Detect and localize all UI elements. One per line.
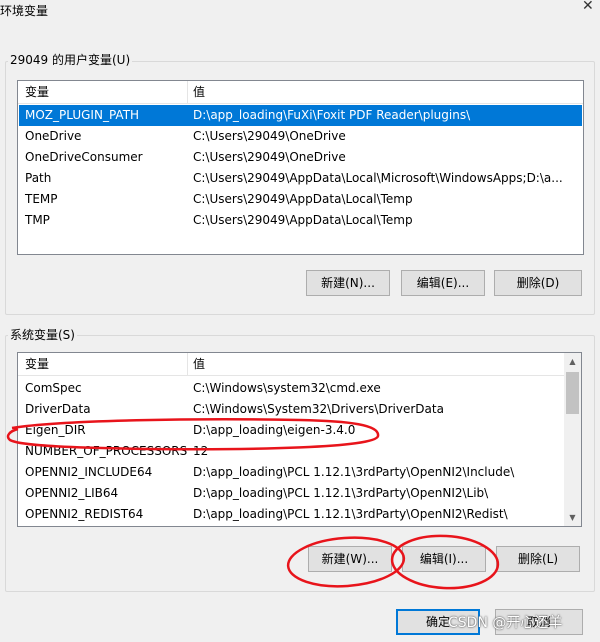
var-value: D:\app_loading\eigen-3.4.0 [193, 423, 356, 437]
var-name: TEMP [25, 192, 58, 206]
window-title: 环境变量 [0, 4, 49, 18]
system-vars-list[interactable]: 变量 值 ComSpec C:\Windows\system32\cmd.exe… [17, 352, 582, 527]
var-value: C:\Users\29049\OneDrive [193, 129, 346, 143]
var-value: C:\Windows\System32\Drivers\DriverData [193, 402, 444, 416]
var-name: OneDrive [25, 129, 82, 143]
user-delete-button[interactable]: 删除(D) [494, 270, 582, 296]
var-value: C:\Users\29049\AppData\Local\Microsoft\W… [193, 171, 563, 185]
var-value: C:\Users\29049\AppData\Local\Temp [193, 192, 413, 206]
table-row[interactable]: MOZ_PLUGIN_PATH D:\app_loading\FuXi\Foxi… [19, 105, 582, 126]
column-header-value[interactable]: 值 [193, 81, 205, 103]
var-value: D:\app_loading\FuXi\Foxit PDF Reader\plu… [193, 108, 471, 122]
var-value: C:\Users\29049\OneDrive [193, 150, 346, 164]
system-vars-group-label: 系统变量(S) [8, 326, 77, 343]
system-edit-button[interactable]: 编辑(I)... [402, 546, 486, 572]
var-name: MOZ_PLUGIN_PATH [25, 108, 140, 122]
var-name: TMP [25, 213, 50, 227]
list-header: 变量 值 [18, 81, 583, 104]
table-row[interactable]: NUMBER_OF_PROCESSORS 12 [18, 441, 564, 462]
table-row[interactable]: Eigen_DIR D:\app_loading\eigen-3.4.0 [18, 420, 564, 441]
var-name: OPENNI2_REDIST64 [25, 507, 144, 521]
table-row[interactable]: DriverData C:\Windows\System32\Drivers\D… [18, 399, 564, 420]
scroll-thumb[interactable] [566, 372, 579, 414]
chevron-down-icon[interactable]: ▼ [564, 509, 581, 526]
var-value: D:\app_loading\PCL 1.12.1\3rdParty\OpenN… [193, 507, 508, 521]
var-name: OPENNI2_LIB64 [25, 486, 119, 500]
var-value: C:\Users\29049\AppData\Local\Temp [193, 213, 413, 227]
var-name: NUMBER_OF_PROCESSORS [25, 444, 188, 458]
var-name: OPENNI2_INCLUDE64 [25, 465, 153, 479]
var-name: OneDriveConsumer [25, 150, 143, 164]
table-row[interactable]: OPENNI2_REDIST64 D:\app_loading\PCL 1.12… [18, 504, 564, 525]
var-name: Eigen_DIR [25, 423, 86, 437]
column-header-name[interactable]: 变量 [25, 81, 49, 103]
column-header-name[interactable]: 变量 [25, 353, 49, 375]
table-row[interactable]: ComSpec C:\Windows\system32\cmd.exe [18, 378, 564, 399]
user-vars-group-label: 29049 的用户变量(U) [8, 51, 133, 68]
user-edit-button[interactable]: 编辑(E)... [401, 270, 485, 296]
table-row[interactable]: Path C:\Users\29049\AppData\Local\Micros… [18, 168, 581, 189]
var-name: DriverData [25, 402, 91, 416]
vertical-scrollbar[interactable]: ▲ ▼ [564, 353, 581, 526]
table-row[interactable]: OneDrive C:\Users\29049\OneDrive [18, 126, 581, 147]
system-delete-button[interactable]: 删除(L) [496, 546, 580, 572]
close-icon[interactable]: ✕ [582, 0, 594, 14]
table-row[interactable]: TEMP C:\Users\29049\AppData\Local\Temp [18, 189, 581, 210]
table-row[interactable]: OneDriveConsumer C:\Users\29049\OneDrive [18, 147, 581, 168]
chevron-up-icon[interactable]: ▲ [564, 353, 581, 370]
var-name: ComSpec [25, 381, 82, 395]
table-row[interactable]: OPENNI2_INCLUDE64 D:\app_loading\PCL 1.1… [18, 462, 564, 483]
var-value: D:\app_loading\PCL 1.12.1\3rdParty\OpenN… [193, 465, 515, 479]
table-row[interactable]: TMP C:\Users\29049\AppData\Local\Temp [18, 210, 581, 231]
var-value: 12 [193, 444, 209, 458]
watermark: CSDN @开心还羊 [448, 615, 563, 631]
var-value: D:\app_loading\PCL 1.12.1\3rdParty\OpenN… [193, 486, 489, 500]
var-value: C:\Windows\system32\cmd.exe [193, 381, 381, 395]
var-name: Path [25, 171, 52, 185]
system-new-button[interactable]: 新建(W)... [308, 546, 392, 572]
user-new-button[interactable]: 新建(N)... [306, 270, 390, 296]
column-header-value[interactable]: 值 [193, 353, 205, 375]
list-header: 变量 值 [18, 353, 564, 376]
table-row[interactable]: OPENNI2_LIB64 D:\app_loading\PCL 1.12.1\… [18, 483, 564, 504]
user-vars-list[interactable]: 变量 值 MOZ_PLUGIN_PATH D:\app_loading\FuXi… [17, 80, 584, 255]
